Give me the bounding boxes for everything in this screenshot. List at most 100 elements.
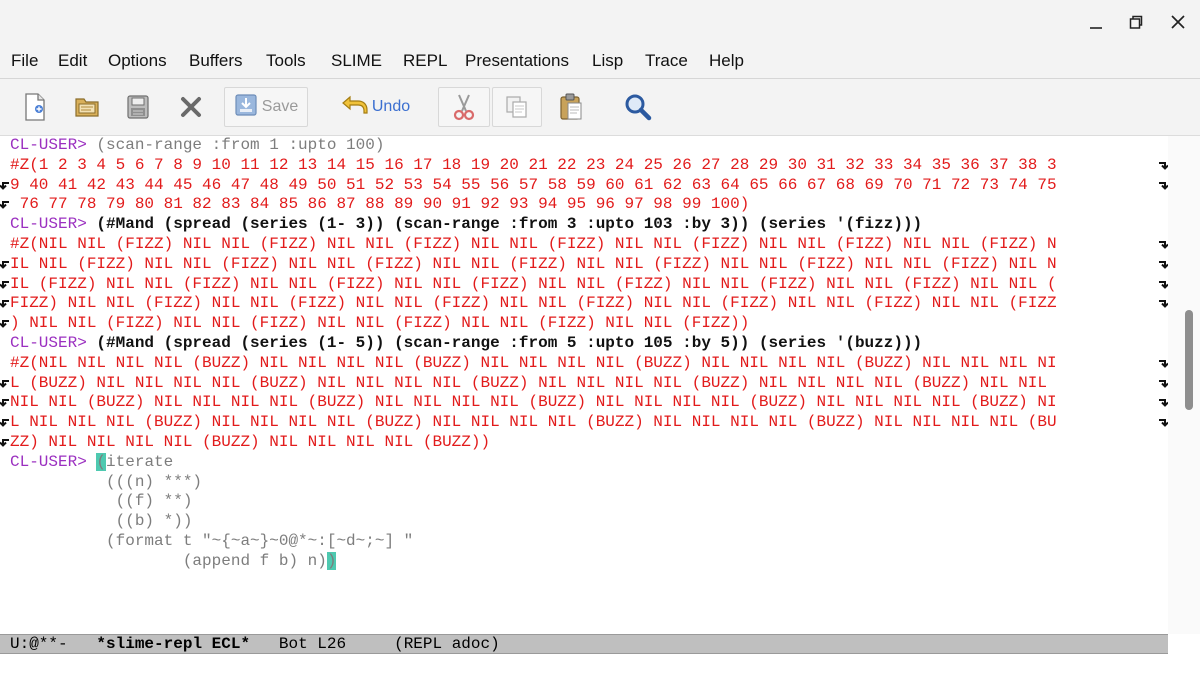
paren-match-highlight: (: [96, 453, 107, 471]
repl-output-line: IL NIL (FIZZ) NIL NIL (FIZZ) NIL NIL (FI…: [0, 255, 1168, 275]
line-continuation-icon: [1158, 176, 1168, 196]
line-continuation-icon: [0, 374, 10, 394]
menu-edit[interactable]: Edit: [58, 51, 87, 71]
close-buffer-icon[interactable]: [174, 87, 208, 127]
minimize-icon[interactable]: [1081, 8, 1111, 36]
repl-result: #Z(NIL NIL NIL NIL (BUZZ) NIL NIL NIL NI…: [10, 354, 1057, 372]
repl-line: CL-USER> (#Mand (spread (series (1- 3)) …: [0, 215, 1168, 235]
line-continuation-icon: [1158, 156, 1168, 176]
line-continuation-icon: [1158, 354, 1168, 374]
menu-file[interactable]: File: [11, 51, 38, 71]
repl-result: 76 77 78 79 80 81 82 83 84 85 86 87 88 8…: [10, 195, 750, 213]
repl-output-line: ) NIL NIL (FIZZ) NIL NIL (FIZZ) NIL NIL …: [0, 314, 1168, 334]
line-continuation-icon: [0, 413, 10, 433]
repl-input-line: (format t "~{~a~}~0@*~:[~d~;~] ": [0, 532, 1168, 552]
save-button[interactable]: Save: [224, 87, 308, 127]
line-continuation-icon: [0, 255, 10, 275]
repl-result: ) NIL NIL (FIZZ) NIL NIL (FIZZ) NIL NIL …: [10, 314, 750, 332]
repl-result: ZZ) NIL NIL NIL NIL (BUZZ) NIL NIL NIL N…: [10, 433, 491, 451]
menu-trace[interactable]: Trace: [645, 51, 688, 71]
save-label: Save: [261, 98, 299, 115]
minibuffer[interactable]: [0, 654, 1200, 675]
new-file-icon[interactable]: [18, 87, 52, 127]
repl-result: 9 40 41 42 43 44 45 46 47 48 49 50 51 52…: [10, 176, 1057, 194]
line-continuation-icon: [0, 275, 10, 295]
repl-input-line: (((n) ***): [0, 473, 1168, 493]
repl-prompt: CL-USER>: [10, 136, 87, 154]
repl-buffer[interactable]: CL-USER> (scan-range :from 1 :upto 100) …: [0, 136, 1168, 634]
menu-lisp[interactable]: Lisp: [592, 51, 623, 71]
modeline-status: U:@**-: [10, 635, 68, 653]
scrollbar-thumb[interactable]: [1185, 310, 1193, 410]
close-icon[interactable]: [1163, 8, 1193, 36]
repl-output-line: 9 40 41 42 43 44 45 46 47 48 49 50 51 52…: [0, 176, 1168, 196]
repl-result: L NIL NIL NIL (BUZZ) NIL NIL NIL NIL (BU…: [10, 413, 1057, 431]
undo-button[interactable]: Undo: [330, 87, 420, 127]
repl-output-line: 76 77 78 79 80 81 82 83 84 85 86 87 88 8…: [0, 195, 1168, 215]
line-continuation-icon: [1158, 413, 1168, 433]
mode-line: U:@**- *slime-repl ECL* Bot L26 (REPL ad…: [0, 634, 1168, 654]
repl-input: (#Mand (spread (series (1- 5)) (scan-ran…: [86, 334, 923, 352]
open-folder-icon[interactable]: [70, 87, 104, 127]
line-continuation-icon: [0, 314, 10, 334]
copy-icon[interactable]: [492, 87, 542, 127]
modeline-modes[interactable]: (REPL adoc): [394, 635, 500, 653]
undo-label: Undo: [371, 98, 411, 115]
menu-help[interactable]: Help: [709, 51, 744, 71]
repl-line: CL-USER> (iterate: [0, 453, 1168, 473]
menu-tools[interactable]: Tools: [266, 51, 306, 71]
repl-result: L (BUZZ) NIL NIL NIL NIL (BUZZ) NIL NIL …: [10, 374, 1057, 392]
line-continuation-icon: [0, 294, 10, 314]
menu-presentations[interactable]: Presentations: [465, 51, 569, 71]
line-continuation-icon: [0, 393, 10, 413]
modeline-buffer-name[interactable]: *slime-repl ECL*: [96, 635, 250, 653]
repl-prompt: CL-USER>: [10, 334, 87, 352]
line-continuation-icon: [1158, 255, 1168, 275]
menu-slime[interactable]: SLIME: [331, 51, 382, 71]
repl-input-line: ((f) **): [0, 492, 1168, 512]
repl-line: CL-USER> (#Mand (spread (series (1- 5)) …: [0, 334, 1168, 354]
repl-result: #Z(NIL NIL (FIZZ) NIL NIL (FIZZ) NIL NIL…: [10, 235, 1057, 253]
repl-output-line: #Z(1 2 3 4 5 6 7 8 9 10 11 12 13 14 15 1…: [0, 156, 1168, 176]
line-continuation-icon: [0, 433, 10, 453]
repl-input: (format t "~{~a~}~0@*~:[~d~;~] ": [10, 532, 414, 550]
menu-buffers[interactable]: Buffers: [189, 51, 243, 71]
repl-input: ((b) *)): [10, 512, 193, 530]
line-continuation-icon: [1158, 275, 1168, 295]
menu-repl[interactable]: REPL: [403, 51, 447, 71]
line-continuation-icon: [1158, 374, 1168, 394]
repl-result: FIZZ) NIL NIL (FIZZ) NIL NIL (FIZZ) NIL …: [10, 294, 1057, 312]
repl-output-line: L NIL NIL NIL (BUZZ) NIL NIL NIL NIL (BU…: [0, 413, 1168, 433]
repl-input: (scan-range :from 1 :upto 100): [86, 136, 385, 154]
repl-prompt: CL-USER>: [10, 453, 87, 471]
repl-input: (((n) ***): [10, 473, 203, 491]
repl-input-space: [87, 453, 97, 471]
menu-options[interactable]: Options: [108, 51, 167, 71]
save-file-icon[interactable]: [121, 87, 155, 127]
repl-output-line: FIZZ) NIL NIL (FIZZ) NIL NIL (FIZZ) NIL …: [0, 294, 1168, 314]
save-icon: [234, 93, 258, 122]
undo-icon: [340, 94, 368, 121]
repl-prompt: CL-USER>: [10, 215, 87, 233]
line-continuation-icon: [0, 176, 10, 196]
repl-result: IL (FIZZ) NIL NIL (FIZZ) NIL NIL (FIZZ) …: [10, 275, 1057, 293]
search-icon[interactable]: [620, 87, 656, 127]
repl-input-line: (append f b) n)): [0, 552, 1168, 572]
cut-icon[interactable]: [438, 87, 490, 127]
repl-line: CL-USER> (scan-range :from 1 :upto 100): [0, 136, 1168, 156]
vertical-scrollbar[interactable]: [1168, 136, 1200, 634]
line-continuation-icon: [1158, 235, 1168, 255]
maximize-icon[interactable]: [1121, 8, 1151, 36]
repl-output-line: L (BUZZ) NIL NIL NIL NIL (BUZZ) NIL NIL …: [0, 374, 1168, 394]
line-continuation-icon: [0, 195, 10, 215]
line-continuation-icon: [1158, 393, 1168, 413]
repl-result: IL NIL (FIZZ) NIL NIL (FIZZ) NIL NIL (FI…: [10, 255, 1057, 273]
repl-output-line: #Z(NIL NIL NIL NIL (BUZZ) NIL NIL NIL NI…: [0, 354, 1168, 374]
toolbar: Save Undo: [0, 79, 1200, 136]
repl-input: (append f b) n): [10, 552, 327, 570]
repl-output-line: ZZ) NIL NIL NIL NIL (BUZZ) NIL NIL NIL N…: [0, 433, 1168, 453]
repl-input: ((f) **): [10, 492, 193, 510]
repl-output-line: NIL NIL (BUZZ) NIL NIL NIL NIL (BUZZ) NI…: [0, 393, 1168, 413]
repl-input-line: ((b) *)): [0, 512, 1168, 532]
paste-icon[interactable]: [553, 87, 589, 127]
